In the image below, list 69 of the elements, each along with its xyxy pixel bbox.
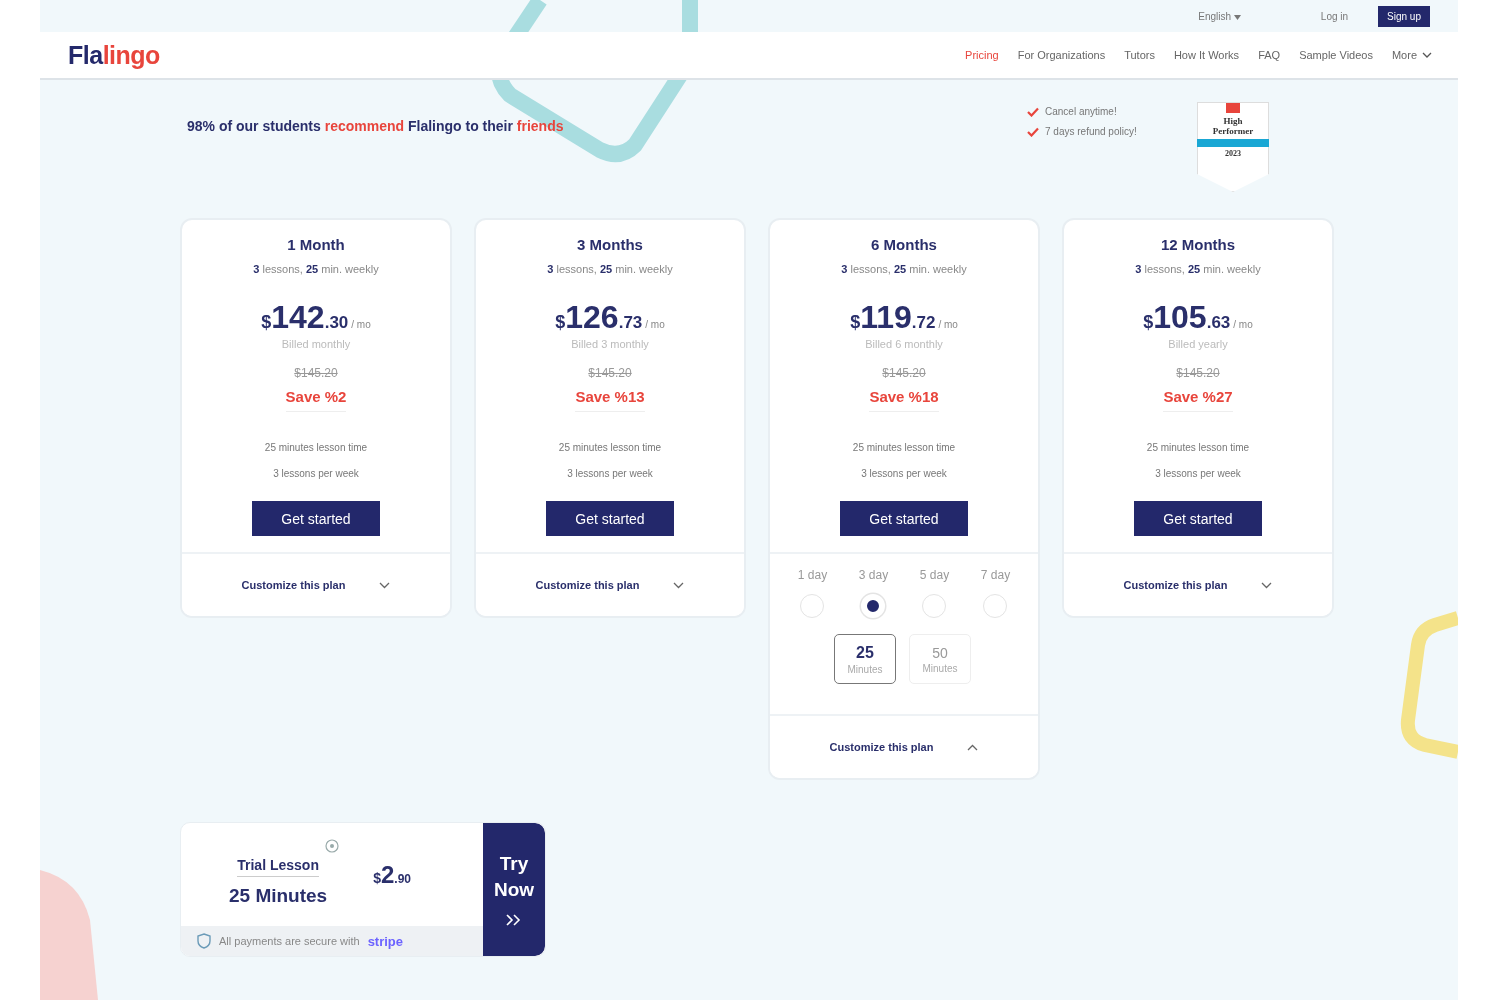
info-icon[interactable] <box>325 838 340 853</box>
plan-subtitle: 3 lessons, 25 min. weekly <box>253 263 379 275</box>
signup-button[interactable]: Sign up <box>1378 5 1430 27</box>
plan-title: 3 Months <box>577 236 643 253</box>
feature-text: 25 minutes lesson time <box>1146 442 1250 453</box>
trial-price: $2.90 <box>373 860 412 889</box>
nav-link[interactable]: Pricing <box>965 49 999 61</box>
headline: 98% of our students recommend Flalingo to their friends <box>187 118 565 134</box>
billing-text: Billed yearly <box>1168 338 1228 350</box>
feature-text: 3 lessons per week <box>273 468 359 479</box>
duration-option[interactable]: 25 Minutes <box>834 634 896 684</box>
caret-icon <box>1233 14 1241 20</box>
nav-link[interactable]: How It Works <box>1173 49 1240 61</box>
stripe-logo: stripe <box>367 933 404 949</box>
check-icon <box>1027 126 1039 137</box>
shield-icon <box>197 933 211 949</box>
plan-subtitle: 3 lessons, 25 min. weekly <box>841 263 967 275</box>
plan-subtitle: 3 lessons, 25 min. weekly <box>547 263 673 275</box>
plan-price: $119.72 / mo <box>850 299 958 336</box>
chevron-down-icon <box>1422 52 1432 58</box>
plan-price: $105.63 / mo <box>1143 299 1253 336</box>
get-started-button[interactable]: Get started <box>840 501 968 536</box>
plan-title: 1 Month <box>287 236 345 253</box>
billing-text: Billed monthly <box>281 338 351 350</box>
get-started-button[interactable]: Get started <box>546 501 674 536</box>
nav-link[interactable]: Sample Videos <box>1299 49 1373 61</box>
check-icon <box>1027 106 1039 117</box>
billing-text: Billed 6 monthly <box>865 338 943 350</box>
trial-title: Trial Lesson <box>237 856 319 877</box>
day-label: 3 day <box>858 568 889 582</box>
plan-title: 6 Months <box>871 236 937 253</box>
get-started-button[interactable]: Get started <box>252 501 380 536</box>
get-started-button[interactable]: Get started <box>1134 501 1262 536</box>
login-link[interactable]: Log in <box>1320 10 1349 22</box>
plan-price: $126.73 / mo <box>555 299 665 336</box>
feature-text: 3 lessons per week <box>567 468 653 479</box>
nav-link[interactable]: Tutors <box>1124 49 1155 61</box>
billing-text: Billed 3 monthly <box>571 338 649 350</box>
old-price: $145.20 <box>588 366 632 380</box>
feature-text: 25 minutes lesson time <box>558 442 662 453</box>
double-chevron-icon <box>505 912 523 927</box>
save-text: Save %18 <box>869 388 939 412</box>
nav-link[interactable]: For Organizations <box>1017 49 1106 61</box>
language-selector[interactable]: English <box>1198 10 1241 22</box>
old-price: $145.20 <box>294 366 338 380</box>
plan-title: 12 Months <box>1160 236 1236 253</box>
old-price: $145.20 <box>882 366 926 380</box>
trial-duration: 25 Minutes <box>229 884 328 907</box>
save-text: Save %27 <box>1163 388 1233 412</box>
feature-text: 3 lessons per week <box>861 468 947 479</box>
feature-text: 25 minutes lesson time <box>264 442 368 453</box>
guarantee-text: 7 days refund policy! <box>1045 126 1137 137</box>
day-label: 1 day <box>797 568 828 582</box>
award-badge: High Performer 2023 <box>1197 102 1269 192</box>
plan-price: $142.30 / mo <box>261 299 371 336</box>
try-now-button[interactable]: Try Now <box>483 823 545 956</box>
day-label: 7 day <box>980 568 1011 582</box>
nav-link[interactable]: More <box>1391 49 1432 61</box>
plan-subtitle: 3 lessons, 25 min. weekly <box>1135 263 1261 275</box>
day-label: 5 day <box>919 568 950 582</box>
nav-link[interactable]: FAQ <box>1258 49 1281 61</box>
old-price: $145.20 <box>1176 366 1220 380</box>
feature-text: 3 lessons per week <box>1155 468 1241 479</box>
secure-text: All payments are secure with <box>219 935 360 947</box>
save-text: Save %2 <box>285 388 347 412</box>
save-text: Save %13 <box>575 388 645 412</box>
logo[interactable]: Flalingo <box>68 40 160 70</box>
feature-text: 25 minutes lesson time <box>852 442 956 453</box>
guarantee-text: Cancel anytime! <box>1045 106 1117 117</box>
